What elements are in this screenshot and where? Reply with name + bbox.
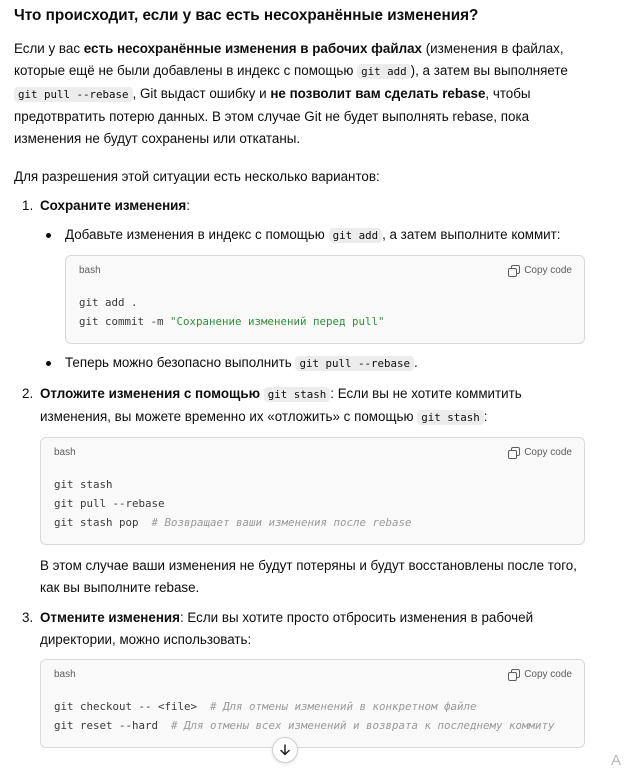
- bullet-item: Добавьте изменения в индекс с помощью gi…: [46, 224, 584, 247]
- list-item-1: 1. Сохраните изменения: Добавьте изменен…: [22, 195, 585, 375]
- code-block: bash Copy code git add . git commit -m "…: [65, 255, 585, 344]
- copy-code-button[interactable]: Copy code: [508, 260, 572, 282]
- options-intro: Для разрешения этой ситуации есть нескол…: [14, 169, 380, 184]
- inline-code: git stash: [417, 410, 484, 425]
- inline-code: git add: [328, 228, 383, 243]
- inline-code: git stash: [263, 387, 331, 402]
- copy-code-button[interactable]: Copy code: [508, 664, 572, 686]
- list-number: 2.: [22, 386, 34, 401]
- code-content: git add . git commit -m "Сохранение изме…: [79, 296, 385, 328]
- arrow-down-icon: [280, 744, 290, 756]
- code-language-label: bash: [79, 265, 101, 276]
- section-heading: Что происходит, если у вас есть несохран…: [14, 7, 479, 24]
- list-item-2: 2. Отложите изменения с помощью git stas…: [22, 383, 585, 599]
- code-block-header: bash Copy code: [41, 661, 584, 689]
- item-text: Отложите изменения с помощью git stash: …: [40, 386, 522, 425]
- copy-code-button[interactable]: Copy code: [508, 442, 572, 464]
- corner-glyph: A: [611, 752, 622, 769]
- copy-icon: [508, 669, 521, 681]
- copy-icon: [508, 447, 521, 459]
- inline-code: git pull --rebase: [14, 87, 133, 102]
- bullet-item: Теперь можно безопасно выполнить git pul…: [46, 352, 584, 375]
- code-language-label: bash: [54, 669, 76, 680]
- copy-icon: [508, 265, 521, 277]
- code-content: git checkout -- <file> # Для отмены изме…: [54, 700, 555, 732]
- inline-code: git add: [357, 64, 411, 79]
- item-text: Отмените изменения: Если вы хотите прост…: [40, 610, 534, 647]
- scroll-to-bottom-button[interactable]: [272, 737, 298, 763]
- code-language-label: bash: [54, 447, 76, 458]
- list-number: 3.: [22, 610, 34, 625]
- item-title: Сохраните изменения:: [40, 198, 190, 213]
- code-block-header: bash Copy code: [66, 257, 584, 285]
- list-item-3: 3. Отмените изменения: Если вы хотите пр…: [22, 607, 585, 748]
- code-block: bash Copy code git stash git pull --reba…: [40, 437, 585, 545]
- code-content: git stash git pull --rebase git stash po…: [54, 478, 412, 529]
- code-block-header: bash Copy code: [41, 439, 584, 467]
- intro-paragraph: Если у вас есть несохранённые изменения …: [14, 41, 568, 146]
- inline-code: git pull --rebase: [295, 356, 414, 371]
- item-note: В этом случае ваши изменения не будут по…: [40, 558, 577, 595]
- list-number: 1.: [22, 198, 34, 213]
- code-block: bash Copy code git checkout -- <file> # …: [40, 659, 585, 748]
- chat-message: Что происходит, если у вас есть несохран…: [14, 4, 585, 748]
